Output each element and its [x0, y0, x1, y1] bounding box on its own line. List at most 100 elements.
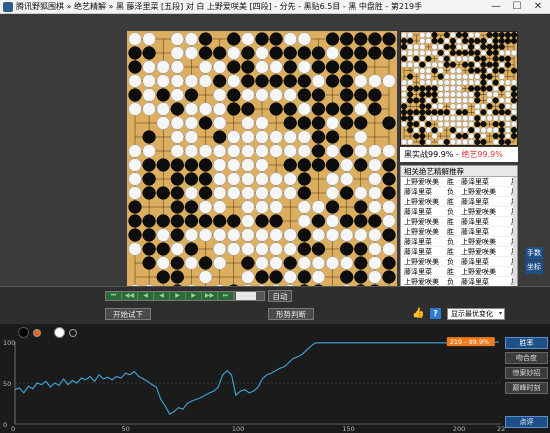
first-move-button[interactable]: ⏮: [106, 292, 122, 300]
black-stone: [419, 127, 426, 134]
back-1-button[interactable]: ◀: [154, 292, 170, 300]
white-stone: [449, 31, 456, 39]
recommendation-row[interactable]: 藤泽里菜负上野爱咲美屏: [401, 187, 517, 197]
start-trial-button[interactable]: 开始试下: [105, 308, 151, 320]
white-stone: [170, 60, 184, 74]
x-tick-label: 50: [121, 425, 129, 433]
white-stone: [486, 97, 493, 104]
position-judge-button[interactable]: 形势判断: [268, 308, 314, 320]
white-stone: [468, 55, 475, 62]
black-stone: [142, 172, 156, 186]
black-stone: [419, 115, 426, 122]
data-point: [217, 386, 219, 388]
caption-black: 黑实战99.9%: [404, 150, 454, 159]
white-stone: [325, 46, 340, 60]
black-stone: [156, 186, 170, 200]
maximize-button[interactable]: ☐: [507, 0, 527, 14]
recommendation-row[interactable]: 上野爱咲美负藤泽里菜屏: [401, 257, 517, 267]
recommendation-row[interactable]: 藤泽里菜胜上野爱咲美屏: [401, 267, 517, 277]
white-stone: [213, 200, 227, 214]
white-stone: [449, 55, 456, 62]
white-stone: [255, 172, 269, 186]
white-stone: [425, 49, 432, 56]
black-stone: [340, 116, 354, 130]
back-5-button[interactable]: ◀: [138, 292, 154, 300]
black-stone: [255, 270, 269, 284]
recommendation-row[interactable]: 上野爱咲美胜藤泽里菜屏: [401, 217, 517, 227]
last-move-button[interactable]: ⏭: [218, 292, 234, 300]
black-stone: [510, 91, 518, 98]
peak-moments-button[interactable]: 巅峰时刻: [505, 382, 548, 394]
white-stone: [184, 228, 199, 242]
white-stone: [468, 97, 475, 104]
move-navigation: ⏮ ◀◀ ◀ ◀ ▶ ▶ ▶▶ ⏭: [105, 291, 265, 301]
white-stone: [468, 121, 475, 128]
white-stone: [297, 200, 311, 214]
comment-button[interactable]: 点评: [505, 416, 548, 428]
white-stone: [184, 32, 199, 46]
back-10-button[interactable]: ◀◀: [122, 292, 138, 300]
go-board[interactable]: [127, 31, 397, 299]
white-stone: [419, 73, 426, 80]
recommendation-row[interactable]: 上野爱咲美胜藤泽里菜屏: [401, 227, 517, 237]
black-stone: [184, 200, 199, 214]
black-stone: [492, 133, 499, 140]
black-stone: [213, 46, 227, 60]
black-stone: [474, 91, 481, 98]
move-number-input[interactable]: [236, 292, 256, 300]
black-stone: [184, 214, 199, 228]
black-stone: [354, 256, 368, 270]
recommendation-row[interactable]: 藤泽里菜负上野爱咲美屏: [401, 207, 517, 217]
white-stone: [462, 127, 469, 134]
player-two: 藤泽里菜: [461, 178, 489, 186]
black-stone: [492, 43, 499, 50]
white-stone: [142, 60, 156, 74]
white-stone: [382, 200, 396, 214]
forward-5-button[interactable]: ▶: [186, 292, 202, 300]
close-button[interactable]: ✕: [528, 0, 548, 14]
black-stone: [368, 46, 382, 60]
brilliant-moves-button[interactable]: 惊案妙招: [505, 367, 548, 379]
match-rate-button[interactable]: 吻合度: [505, 352, 548, 364]
white-stone: [297, 214, 311, 228]
recommendation-rows: 上野爱咲美胜藤泽里菜屏藤泽里菜负上野爱咲美屏上野爱咲美胜藤泽里菜屏藤泽里菜负上野…: [401, 177, 517, 294]
result: 胜: [447, 218, 454, 226]
black-stone: [325, 102, 340, 116]
black-stone: [492, 97, 499, 104]
recommendation-scrollbar[interactable]: [513, 177, 517, 294]
recommendation-row[interactable]: 藤泽里菜胜上野爱咲美屏: [401, 247, 517, 257]
help-icon[interactable]: ?: [430, 308, 441, 319]
board-canvas[interactable]: [127, 31, 397, 299]
auto-play-button[interactable]: 自动: [268, 290, 292, 302]
white-stone: [437, 85, 444, 92]
white-stone: [474, 79, 481, 86]
tab-move-number[interactable]: 手数: [525, 247, 543, 260]
white-stone: [480, 115, 487, 122]
white-stone: [468, 115, 475, 122]
black-stone: [498, 85, 505, 92]
thumbs-up-icon[interactable]: 👍: [412, 307, 425, 320]
white-stone: [455, 37, 463, 44]
white-stone: [480, 127, 487, 134]
white-stone: [400, 79, 408, 86]
winrate-chart[interactable]: 100 50 00 50 100 150 200 220 219 - 99.9%: [0, 324, 505, 433]
recommendation-row[interactable]: 上野爱咲美胜藤泽里菜屏: [401, 197, 517, 207]
recommendation-row[interactable]: 上野爱咲美胜藤泽里菜屏: [401, 177, 517, 187]
winrate-button[interactable]: 胜率: [505, 337, 548, 349]
white-stone: [325, 172, 340, 186]
forward-10-button[interactable]: ▶▶: [202, 292, 218, 300]
white-stone: [142, 74, 156, 88]
black-stone: [419, 109, 426, 116]
player-two: 上野爱咲美: [461, 238, 496, 246]
variation-select[interactable]: 显示最优变化 ▾: [447, 308, 505, 320]
black-stone: [468, 61, 475, 68]
white-stone: [504, 49, 511, 56]
black-stone: [297, 172, 311, 186]
forward-1-button[interactable]: ▶: [170, 292, 186, 300]
recommendation-row[interactable]: 藤泽里菜负上野爱咲美屏: [401, 237, 517, 247]
data-point: [164, 405, 166, 407]
tab-coordinates[interactable]: 坐标: [525, 261, 543, 274]
data-point: [235, 394, 237, 396]
white-stone: [437, 61, 444, 68]
minimize-button[interactable]: —: [486, 0, 506, 14]
